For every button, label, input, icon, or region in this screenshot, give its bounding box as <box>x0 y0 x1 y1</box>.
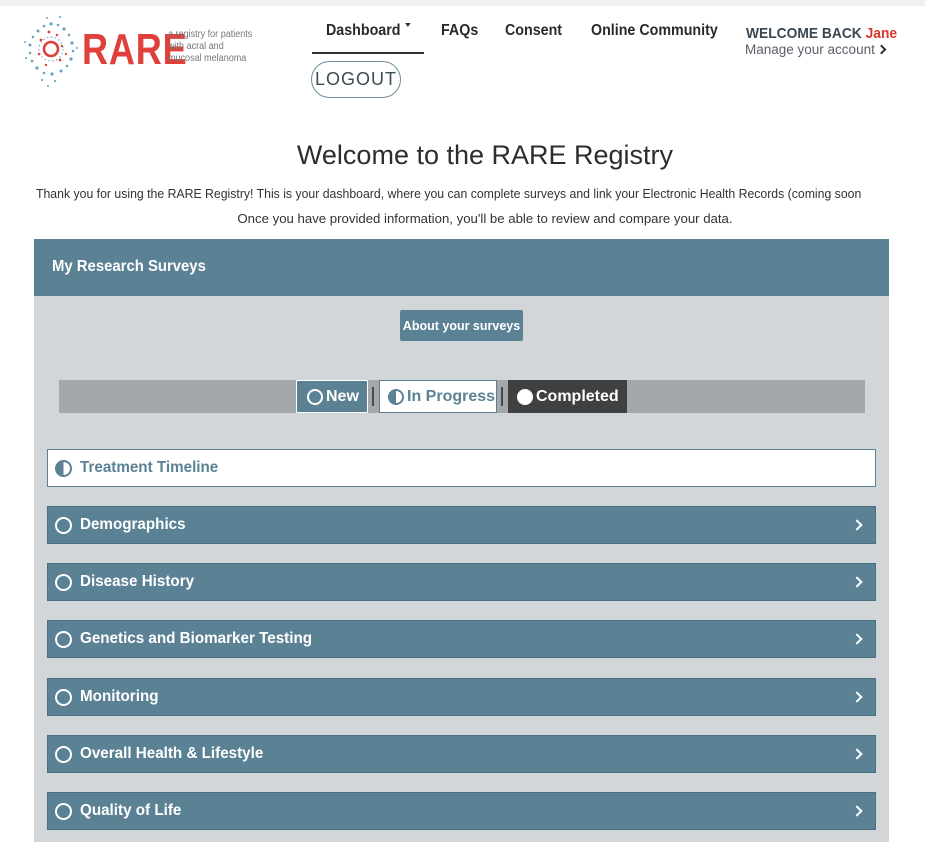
legend-separator <box>372 387 374 406</box>
logo-tagline: a registry for patients with acral and m… <box>168 28 253 64</box>
empty-circle-icon <box>307 388 323 405</box>
legend-in-progress[interactable]: In Progress <box>379 380 497 413</box>
survey-row-disease-history[interactable]: Disease History <box>47 563 876 601</box>
nav-online-community[interactable]: Online Community <box>591 22 718 40</box>
survey-row-monitoring[interactable]: Monitoring <box>47 678 876 716</box>
legend-in-progress-label: In Progress <box>407 387 496 405</box>
manage-account-link[interactable]: Manage your account <box>745 42 887 57</box>
legend-separator <box>501 387 503 406</box>
welcome-message: WELCOME BACK Jane <box>746 25 897 42</box>
survey-label: Monitoring <box>80 688 159 705</box>
nav-dashboard[interactable]: Dashboard <box>326 22 411 40</box>
chevron-right-icon <box>851 576 863 588</box>
survey-row-demographics[interactable]: Demographics <box>47 506 876 544</box>
survey-label: Demographics <box>80 516 186 533</box>
empty-circle-icon <box>55 573 72 591</box>
about-surveys-button[interactable]: About your surveys <box>400 310 523 341</box>
half-circle-icon <box>55 459 72 477</box>
empty-circle-icon <box>55 688 72 706</box>
intro-text-line-2: Once you have provided information, you'… <box>237 211 733 226</box>
empty-circle-icon <box>55 802 72 820</box>
nav-faqs[interactable]: FAQs <box>441 22 478 40</box>
chevron-right-icon <box>851 691 863 703</box>
rare-logo[interactable]: RARE a registry for patients with acral … <box>22 14 252 88</box>
survey-row-treatment-timeline[interactable]: Treatment Timeline <box>47 449 876 487</box>
legend-new[interactable]: New <box>296 380 368 413</box>
half-circle-icon <box>388 388 404 405</box>
survey-row-overall-health[interactable]: Overall Health & Lifestyle <box>47 735 876 773</box>
status-legend: New In Progress Completed <box>59 380 865 413</box>
page-title: Welcome to the RARE Registry <box>296 140 674 170</box>
legend-new-label: New <box>326 387 359 405</box>
manage-account-label: Manage your account <box>745 42 875 57</box>
survey-row-genetics-biomarker[interactable]: Genetics and Biomarker Testing <box>47 620 876 658</box>
nav-consent[interactable]: Consent <box>505 22 562 40</box>
legend-completed-label: Completed <box>536 387 619 405</box>
panel-header: My Research Surveys <box>34 239 889 296</box>
survey-label: Genetics and Biomarker Testing <box>80 630 313 647</box>
intro-text-line-1: Thank you for using the RARE Registry! T… <box>36 186 862 201</box>
nav-dashboard-label: Dashboard <box>326 22 401 39</box>
chevron-right-icon <box>851 748 863 760</box>
top-strip <box>0 0 925 6</box>
chevron-right-icon <box>851 633 863 645</box>
logout-button[interactable]: LOGOUT <box>311 61 401 98</box>
caret-down-icon <box>405 23 411 27</box>
empty-circle-icon <box>55 630 72 648</box>
research-surveys-panel: My Research Surveys About your surveys N… <box>34 239 889 842</box>
nav-active-underline <box>312 52 424 54</box>
empty-circle-icon <box>55 516 72 534</box>
dots-circle-logo-icon <box>24 16 78 87</box>
survey-label: Overall Health & Lifestyle <box>80 745 264 762</box>
full-circle-icon <box>517 388 533 405</box>
survey-label: Quality of Life <box>80 802 182 819</box>
survey-row-quality-of-life[interactable]: Quality of Life <box>47 792 876 830</box>
welcome-label: WELCOME BACK <box>746 25 862 42</box>
survey-label: Disease History <box>80 573 195 590</box>
panel-title: My Research Surveys <box>52 258 206 275</box>
chevron-right-icon <box>851 519 863 531</box>
survey-label: Treatment Timeline <box>80 459 219 476</box>
chevron-right-icon <box>876 44 887 55</box>
legend-completed[interactable]: Completed <box>508 380 627 413</box>
chevron-right-icon <box>851 805 863 817</box>
empty-circle-icon <box>55 745 72 763</box>
user-name: Jane <box>865 25 898 42</box>
